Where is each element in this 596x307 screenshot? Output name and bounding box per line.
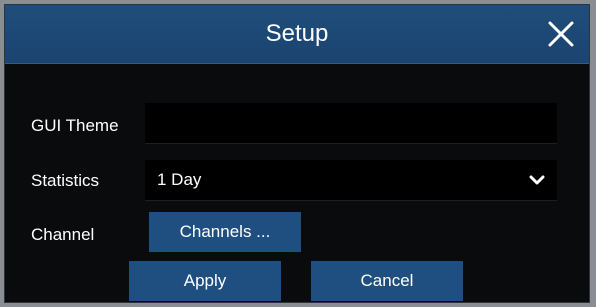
close-icon[interactable] — [547, 20, 575, 48]
statistics-label: Statistics — [31, 171, 100, 190]
statistics-value: 1 Day — [157, 170, 202, 189]
dialog-title: Setup — [265, 20, 329, 47]
statistics-select[interactable]: 1 Day — [145, 160, 557, 201]
gui-theme-field[interactable] — [145, 103, 557, 144]
channels-button[interactable]: Channels ... — [149, 212, 301, 252]
cancel-button[interactable]: Cancel — [311, 261, 463, 301]
channel-label: Channel — [31, 225, 95, 244]
chevron-down-icon[interactable] — [529, 172, 545, 188]
setup-dialog: Setup GUI Theme Statistics 1 Day Channel… — [4, 4, 590, 303]
apply-button[interactable]: Apply — [129, 261, 281, 301]
gui-theme-label: GUI Theme — [31, 116, 119, 135]
dialog-titlebar: Setup — [5, 5, 589, 64]
